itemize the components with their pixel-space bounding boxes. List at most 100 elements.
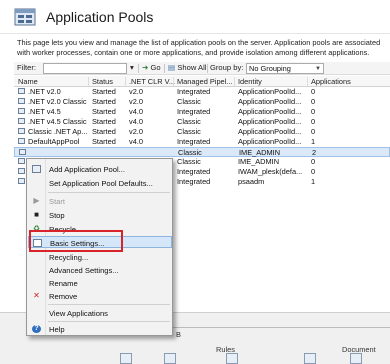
cell-applications: 0	[311, 167, 316, 176]
menu-item-advanced-settings[interactable]: Advanced Settings...	[28, 264, 172, 276]
menu-item-label: Recycling...	[49, 253, 89, 262]
partial-tab-label: B	[176, 330, 181, 339]
table-row[interactable]: DefaultAppPool Started v4.0 Integrated A…	[14, 137, 390, 147]
cell-applications: 0	[311, 127, 316, 136]
table-row-selected[interactable]: Classic IME_ADMIN 2	[14, 147, 390, 157]
cell-clr: v2.0	[129, 87, 143, 96]
cell-clr: v2.0	[129, 127, 143, 136]
menu-item-label: Advanced Settings...	[49, 266, 119, 275]
cell-identity: ApplicationPoolId...	[238, 137, 302, 146]
page-description: This page lets you view and manage the l…	[17, 38, 381, 57]
column-header-identity[interactable]: Identity	[238, 77, 262, 86]
highlight-box	[29, 230, 123, 252]
menu-separator	[48, 304, 170, 305]
cell-name: Classic .NET Ap...	[28, 127, 88, 136]
cell-pipeline: Classic	[177, 157, 201, 166]
feature-icon[interactable]	[120, 353, 132, 364]
help-icon: ?	[32, 325, 41, 333]
group-by-select[interactable]: No Grouping ▼	[246, 63, 324, 74]
column-header-clr[interactable]: .NET CLR V...	[129, 77, 175, 86]
cell-status: Started	[92, 137, 116, 146]
column-header-applications[interactable]: Applications	[311, 77, 351, 86]
cell-status: Started	[92, 97, 116, 106]
menu-item-recycling[interactable]: Recycling...	[28, 251, 172, 263]
cell-pipeline: Classic	[177, 97, 201, 106]
cell-pipeline: Integrated	[177, 167, 211, 176]
cell-name: .NET v2.0	[28, 87, 61, 96]
menu-item-label: Add Application Pool...	[49, 165, 125, 174]
go-button[interactable]: ➜ Go	[142, 63, 161, 72]
filter-toolbar: Filter: ▾ ➜ Go ▤ Show All Group by: No G…	[14, 62, 390, 75]
table-row[interactable]: Classic .NET Ap... Started v2.0 Classic …	[14, 127, 390, 137]
cell-name: DefaultAppPool	[28, 137, 80, 146]
cell-identity: IME_ADMIN	[238, 157, 280, 166]
app-pool-icon	[18, 128, 25, 134]
filter-label: Filter:	[17, 63, 36, 72]
cell-pipeline: Integrated	[177, 177, 211, 186]
menu-item-label: Help	[49, 325, 65, 334]
menu-item-stop[interactable]: ■ Stop	[28, 209, 172, 221]
cell-applications: 0	[311, 107, 316, 116]
cell-pipeline: Classic	[177, 117, 201, 126]
column-header-name[interactable]: Name	[18, 77, 38, 86]
stop-icon: ■	[34, 210, 39, 219]
show-all-icon: ▤	[168, 63, 176, 72]
table-row[interactable]: .NET v4.5 Started v4.0 Integrated Applic…	[14, 107, 390, 117]
app-pool-icon	[18, 118, 25, 124]
menu-item-help[interactable]: ? Help	[28, 323, 172, 335]
table-row[interactable]: .NET v2.0 Started v2.0 Integrated Applic…	[14, 87, 390, 97]
group-by-value: No Grouping	[249, 64, 291, 73]
app-pool-icon	[18, 178, 25, 184]
cell-name: .NET v4.5	[28, 107, 61, 116]
menu-item-label: Rename	[49, 279, 78, 288]
start-icon: ▶	[33, 196, 40, 205]
menu-item-rename[interactable]: Rename	[28, 277, 172, 289]
menu-item-add-application-pool[interactable]: Add Application Pool...	[28, 163, 172, 175]
filter-input[interactable]	[43, 63, 127, 74]
feature-icon[interactable]	[226, 353, 238, 364]
filter-dropdown-icon[interactable]: ▾	[130, 63, 134, 72]
app-pool-icon	[18, 158, 25, 164]
go-label: Go	[150, 63, 161, 72]
cell-clr: v4.0	[129, 117, 143, 126]
chevron-down-icon: ▼	[315, 66, 321, 72]
app-pool-icon	[18, 138, 25, 144]
cell-pipeline: Classic	[178, 148, 202, 157]
table-row[interactable]: .NET v4.5 Classic Started v4.0 Classic A…	[14, 117, 390, 127]
page-title: Application Pools	[46, 9, 154, 25]
page-header: Application Pools	[0, 0, 390, 34]
cell-status: Started	[92, 87, 116, 96]
cell-identity: psaadm	[238, 177, 265, 186]
group-by-label: Group by:	[210, 63, 244, 72]
cell-name: .NET v4.5 Classic	[28, 117, 87, 126]
document-icon[interactable]	[350, 353, 362, 364]
show-all-button[interactable]: ▤ Show All	[168, 63, 206, 72]
cell-applications: 2	[312, 148, 317, 157]
cell-applications: 1	[311, 137, 316, 146]
cell-identity: ApplicationPoolId...	[238, 117, 302, 126]
menu-separator	[48, 192, 170, 193]
feature-icon[interactable]	[304, 353, 316, 364]
show-all-label: Show All	[177, 63, 207, 72]
menu-item-view-applications[interactable]: View Applications	[28, 307, 172, 319]
menu-item-start[interactable]: ▶ Start	[28, 195, 172, 207]
cell-identity: IME_ADMIN	[239, 148, 281, 157]
column-header-pipeline[interactable]: Managed Pipel...	[177, 77, 232, 86]
app-pool-icon	[19, 149, 26, 155]
table-row[interactable]: .NET v2.0 Classic Started v2.0 Classic A…	[14, 97, 390, 107]
menu-item-set-defaults[interactable]: Set Application Pool Defaults...	[28, 177, 172, 189]
app-pool-icon	[18, 108, 25, 114]
cell-identity: ApplicationPoolId...	[238, 87, 302, 96]
menu-item-remove[interactable]: ✕ Remove	[28, 290, 172, 302]
cell-applications: 0	[311, 87, 316, 96]
menu-item-label: View Applications	[49, 309, 108, 318]
cell-status: Started	[92, 117, 116, 126]
remove-icon: ✕	[33, 291, 40, 300]
cell-applications: 0	[311, 157, 316, 166]
feature-icon[interactable]	[164, 353, 176, 364]
cell-pipeline: Integrated	[177, 137, 211, 146]
menu-item-label: Start	[49, 197, 66, 206]
column-header-status[interactable]: Status	[92, 77, 113, 86]
cell-status: Started	[92, 127, 116, 136]
cell-identity: ApplicationPoolId...	[238, 97, 302, 106]
